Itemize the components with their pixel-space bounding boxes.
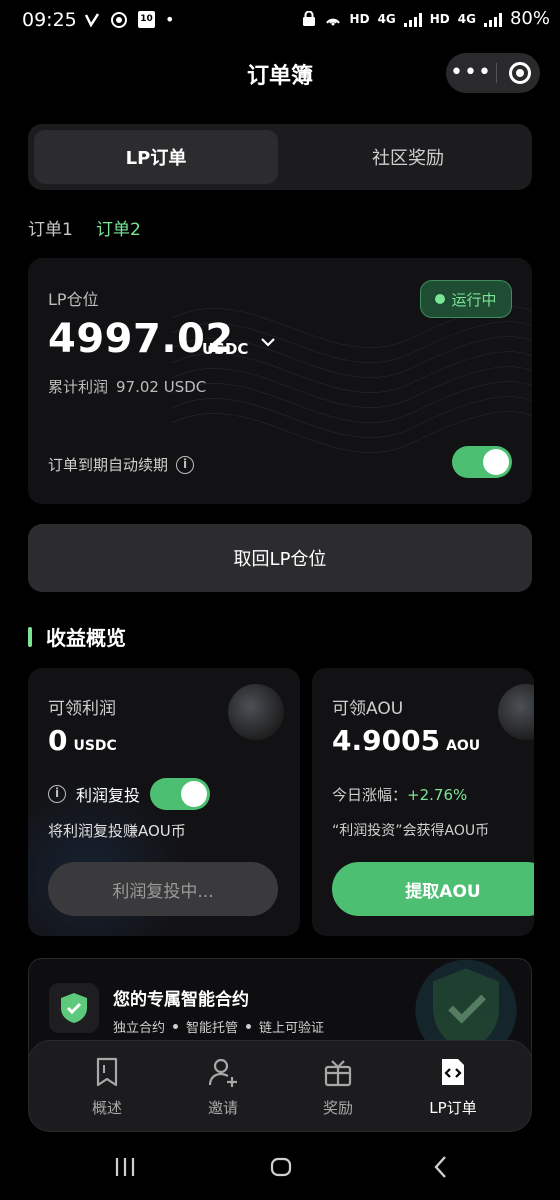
cumulative-profit-label: 累计利润	[48, 378, 109, 396]
reinvesting-button[interactable]: 利润复投中...	[48, 862, 278, 916]
toggle-knob	[181, 781, 208, 807]
claimable-profit-value: 0	[48, 724, 68, 757]
status-right: HD 4G HD 4G 80%	[302, 8, 550, 29]
nav-label: 邀请	[207, 1099, 238, 1117]
close-miniprogram-button[interactable]	[509, 62, 531, 84]
cumulative-profit-value: 97.02 USDC	[116, 378, 207, 396]
record-icon	[111, 11, 127, 28]
notification-dot: •	[165, 10, 175, 29]
nav-label: LP订单	[429, 1099, 477, 1117]
bottom-navigation: 概述 邀请 奖励 LP订单	[28, 1040, 532, 1132]
v-icon	[84, 12, 100, 28]
toggle-knob	[483, 449, 509, 475]
nav-label: 概述	[91, 1099, 122, 1117]
auto-renew-row: 订单到期自动续期 i	[48, 454, 195, 475]
today-change-row: 今日涨幅：+2.76%	[332, 784, 467, 805]
calendar-10-icon: 10	[138, 11, 155, 28]
reinvest-label: 利润复投	[76, 786, 141, 805]
recent-apps-icon[interactable]	[112, 1154, 138, 1180]
claimable-aou-value: 4.9005	[332, 724, 441, 757]
cumulative-profit: 累计利润 97.02 USDC	[48, 376, 206, 397]
hotspot-icon	[325, 18, 340, 25]
tag-separator	[173, 1024, 179, 1029]
auto-renew-toggle[interactable]	[452, 446, 512, 478]
signal-icon-2	[483, 11, 502, 27]
chevron-down-icon[interactable]	[260, 334, 276, 350]
home-icon[interactable]	[268, 1154, 294, 1180]
nav-item-rewards[interactable]: 奖励	[288, 1055, 388, 1118]
info-icon[interactable]: i	[48, 785, 66, 803]
tag-separator	[246, 1024, 252, 1029]
network-label-2: 4G	[457, 11, 476, 26]
aou-description: “利润投资”会获得AOU币	[332, 823, 490, 839]
claimable-aou-label: 可领AOU	[332, 699, 404, 719]
capsule-divider	[496, 63, 497, 83]
lp-position-unit: USDC	[202, 340, 249, 358]
claimable-profit-card: 可领利润 0 USDC i 利润复投 将利润复投赚AOU币 利润复投中...	[28, 668, 300, 936]
claimable-profit-unit: USDC	[73, 738, 117, 754]
hd-label-1: HD	[349, 11, 370, 26]
earnings-overview-heading: 收益概览	[28, 622, 126, 651]
today-change-label: 今日涨幅：	[332, 786, 408, 804]
hd-label-2: HD	[429, 11, 450, 26]
claimable-aou-unit: AOU	[446, 738, 481, 754]
status-time: 09:25	[22, 9, 77, 31]
contract-shield-icon	[49, 983, 99, 1033]
contract-tag: 独立合约	[113, 1021, 166, 1036]
network-label-1: 4G	[377, 11, 396, 26]
tab-community-rewards[interactable]: 社区奖励	[290, 130, 526, 184]
reinvest-row: i 利润复投	[48, 778, 211, 810]
gift-icon	[324, 1060, 352, 1087]
withdraw-lp-button[interactable]: 取回LP仓位	[28, 524, 532, 592]
coin-decoration-icon	[228, 684, 284, 740]
nav-item-lp-orders[interactable]: LP订单	[403, 1055, 503, 1118]
section-title: 收益概览	[46, 626, 126, 650]
signal-icon-1	[403, 11, 422, 27]
claimable-aou-amount: 4.9005 AOU	[332, 724, 480, 757]
nav-label: 奖励	[322, 1099, 353, 1117]
robot-decoration-icon	[498, 684, 534, 740]
info-icon[interactable]: i	[176, 455, 195, 474]
contract-tag: 智能托管	[186, 1021, 239, 1036]
status-badge: 运行中	[420, 280, 512, 318]
status-left-icons: 10 •	[84, 10, 174, 29]
claimable-profit-amount: 0 USDC	[48, 724, 117, 757]
lock-icon	[302, 10, 315, 26]
nav-item-overview[interactable]: 概述	[57, 1055, 157, 1118]
add-user-icon	[208, 1058, 237, 1087]
lp-position-card: LP仓位 4997.02 USDC 累计利润 97.02 USDC 运行中 订单到…	[28, 258, 532, 504]
nav-item-invite[interactable]: 邀请	[173, 1055, 273, 1118]
contract-tags: 独立合约 智能托管 链上可验证	[113, 1017, 324, 1036]
contract-tag: 链上可验证	[259, 1021, 325, 1036]
status-bar: 09:25 10 • HD 4G HD 4G 80%	[0, 0, 560, 44]
target-icon	[516, 69, 524, 77]
status-badge-label: 运行中	[451, 290, 497, 309]
claimable-aou-card: 可领AOU 4.9005 AOU 今日涨幅：+2.76% “利润投资”会获得AOU…	[312, 668, 534, 936]
claim-aou-button[interactable]: 提取AOU	[332, 862, 534, 916]
tab-bar: LP订单 社区奖励	[28, 124, 532, 190]
status-dot	[435, 294, 446, 304]
code-file-icon	[442, 1059, 464, 1085]
subtab-order-1[interactable]: 订单1	[28, 215, 73, 240]
tab-lp-orders[interactable]: LP订单	[34, 130, 278, 184]
contract-title: 您的专属智能合约	[113, 990, 249, 1010]
reinvest-description: 将利润复投赚AOU币	[48, 822, 186, 840]
today-change-value: +2.76%	[407, 786, 468, 804]
auto-renew-label: 订单到期自动续期	[48, 456, 169, 474]
lp-position-label: LP仓位	[48, 290, 99, 309]
bookmark-icon	[96, 1057, 118, 1087]
battery-percent: 80%	[509, 8, 550, 29]
section-accent-bar	[28, 626, 32, 647]
more-button[interactable]: •••	[446, 53, 496, 93]
miniprogram-capsule: •••	[446, 53, 540, 93]
reinvest-toggle[interactable]	[150, 778, 211, 810]
claimable-profit-label: 可领利润	[48, 699, 116, 719]
back-icon[interactable]	[428, 1154, 454, 1180]
system-navigation-bar	[0, 1150, 560, 1200]
subtab-order-2[interactable]: 订单2	[96, 215, 141, 240]
